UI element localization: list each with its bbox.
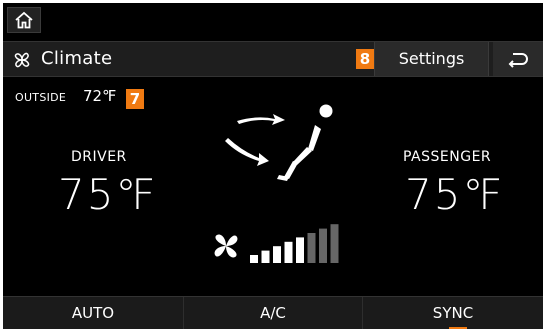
home-icon [15, 11, 33, 29]
airflow-seat-icon[interactable] [217, 99, 337, 189]
fan-speed-bar [296, 237, 304, 263]
fan-speed-bar [250, 255, 258, 263]
fan-speed-bars[interactable] [248, 221, 348, 267]
page-title: Climate [41, 48, 113, 69]
fan-speed-icon [214, 234, 238, 258]
fan-speed-bar [261, 250, 270, 263]
ac-button[interactable]: A/C [183, 297, 363, 329]
back-button[interactable] [493, 42, 543, 76]
title-bar: Climate 8 Settings [3, 41, 543, 77]
driver-temp[interactable]: 75℉ [58, 173, 157, 217]
fan-speed-bar [330, 224, 339, 263]
callout-badge-8: 8 [356, 49, 374, 69]
auto-button[interactable]: AUTO [3, 297, 183, 329]
fan-speed-bar [284, 241, 293, 263]
climate-screen: Climate 8 Settings OUTSIDE 72℉ 7 DRIVER … [3, 3, 543, 329]
top-bar [3, 3, 543, 37]
back-arrow-icon [508, 53, 528, 68]
fan-icon [14, 52, 30, 68]
sync-button[interactable]: SYNC [363, 297, 543, 329]
fan-speed-bar [273, 246, 281, 263]
driver-label: DRIVER [71, 149, 127, 165]
passenger-label: PASSENGER [403, 149, 492, 165]
outside-label: OUTSIDE [15, 91, 67, 104]
bottom-bar: AUTO A/C SYNC [3, 296, 543, 329]
callout-badge-7: 7 [126, 89, 144, 109]
outside-temp: 72℉ [83, 87, 117, 105]
sync-indicator [449, 327, 467, 329]
passenger-temp[interactable]: 75℉ [405, 173, 504, 217]
fan-speed-bar [319, 228, 327, 263]
fan-speed-bar [307, 233, 316, 263]
settings-button[interactable]: Settings [374, 42, 489, 76]
home-button[interactable] [7, 7, 41, 33]
